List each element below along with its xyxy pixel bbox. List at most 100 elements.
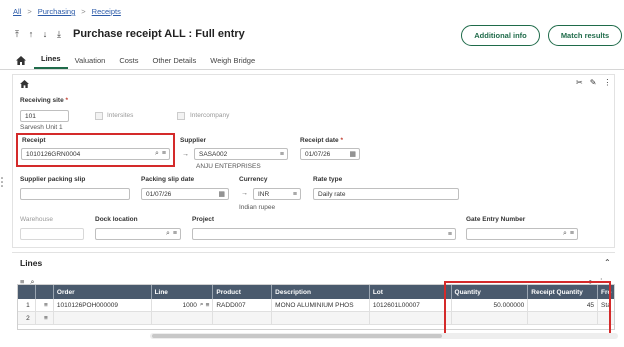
breadcrumb-purchasing[interactable]: Purchasing — [38, 7, 76, 16]
cell-product[interactable] — [213, 312, 273, 324]
receipt-date-field[interactable]: 01/07/26 ▦ — [300, 148, 360, 160]
rate-type-field[interactable]: Daily rate — [313, 188, 459, 200]
intersites-checkbox[interactable] — [95, 112, 103, 120]
dock-location-field[interactable]: ⌕ ≡ — [95, 228, 181, 240]
rate-type-label: Rate type — [313, 176, 343, 183]
row-menu-icon[interactable]: ≡ — [36, 299, 54, 311]
receiving-site-name: Sarvesh Unit 1 — [20, 124, 63, 131]
arrow-right-icon[interactable]: → — [241, 190, 248, 197]
cell-description[interactable]: MONO ALUMINIUM PHOS — [272, 299, 370, 311]
last-record-icon[interactable]: ⤓ — [55, 29, 63, 40]
currency-name: Indian rupee — [239, 204, 276, 211]
tab-other-details[interactable]: Other Details — [145, 56, 203, 69]
scrollbar-thumb[interactable] — [152, 334, 442, 338]
tab-weigh-bridge[interactable]: Weigh Bridge — [203, 56, 262, 69]
receipt-label: Receipt — [22, 137, 46, 144]
row-number: 1 — [18, 299, 36, 311]
tab-costs[interactable]: Costs — [112, 56, 145, 69]
title-row: ⤒ ↑ ↓ ⤓ Purchase receipt ALL : Full entr… — [13, 28, 245, 40]
cell-lot[interactable]: 1012601L00007 — [370, 299, 452, 311]
col-description[interactable]: Description — [272, 285, 370, 299]
breadcrumb-separator: > — [81, 7, 86, 16]
list-icon[interactable]: ≡ — [173, 230, 177, 238]
receipt-field[interactable]: 1010126GRN0004 ⌕ ≡ — [21, 148, 170, 160]
cell-product[interactable]: RADD007 — [213, 299, 273, 311]
warehouse-label: Warehouse — [20, 216, 53, 223]
warehouse-field — [20, 228, 84, 240]
receiving-site-field[interactable]: 101 — [20, 110, 69, 122]
tab-bar: Lines Valuation Costs Other Details Weig… — [0, 52, 624, 70]
panel-home-icon — [20, 80, 29, 88]
dock-location-label: Dock location — [95, 216, 138, 223]
col-lot[interactable]: Lot — [370, 285, 452, 299]
intersites-label: Intersites — [107, 112, 134, 119]
cell-order[interactable] — [54, 312, 152, 324]
receiving-site-label: Receiving site * — [20, 97, 69, 104]
cell-order[interactable]: 1010126POH000009 — [54, 299, 152, 311]
next-record-icon[interactable]: ↓ — [41, 29, 49, 39]
project-field[interactable]: ≡ — [192, 228, 456, 240]
supplier-slip-field[interactable] — [20, 188, 130, 200]
intercompany-label: Intercompany — [190, 112, 230, 119]
breadcrumb-separator: > — [27, 7, 32, 16]
currency-field[interactable]: INR ≡ — [253, 188, 301, 200]
list-icon[interactable]: ≡ — [293, 191, 297, 198]
match-results-button[interactable]: Match results — [548, 25, 622, 46]
cell-lot[interactable] — [370, 312, 452, 324]
gate-entry-field[interactable]: ⌕ ≡ — [466, 228, 578, 240]
quantity-highlight — [444, 281, 611, 338]
supplier-slip-label: Supplier packing slip — [20, 176, 86, 183]
first-record-icon[interactable]: ⤒ — [13, 29, 21, 40]
cell-line[interactable] — [152, 312, 214, 324]
list-icon[interactable]: ≡ — [206, 302, 210, 309]
tools-icon[interactable]: ✂ — [576, 78, 583, 87]
cell-description[interactable] — [272, 312, 370, 324]
search-icon[interactable]: ⌕ — [166, 230, 170, 238]
list-icon[interactable]: ≡ — [162, 150, 166, 158]
section-divider — [12, 252, 615, 253]
search-icon[interactable]: ⌕ — [155, 150, 159, 158]
previous-record-icon[interactable]: ↑ — [27, 29, 35, 39]
row-number: 2 — [18, 312, 36, 324]
list-icon[interactable]: ≡ — [448, 231, 452, 238]
edit-icon[interactable]: ✎ — [590, 78, 597, 87]
grid-header-actions — [36, 285, 54, 299]
search-icon[interactable]: ⌕ — [200, 301, 204, 309]
arrow-right-icon[interactable]: → — [182, 151, 189, 158]
breadcrumb: All > Purchasing > Receipts — [13, 7, 121, 16]
additional-info-button[interactable]: Additional info — [461, 25, 540, 46]
row-menu-icon[interactable]: ≡ — [36, 312, 54, 324]
list-icon[interactable]: ≡ — [570, 230, 574, 238]
calendar-icon[interactable]: ▦ — [349, 150, 356, 158]
intercompany-checkbox[interactable] — [177, 112, 185, 120]
collapse-handle[interactable] — [0, 176, 4, 188]
calendar-icon[interactable]: ▦ — [218, 190, 225, 198]
more-icon[interactable]: ⋮ — [603, 78, 611, 87]
cell-line[interactable]: 1000 ⌕ ≡ — [152, 299, 214, 311]
collapse-icon[interactable]: ⌃ — [604, 258, 611, 267]
breadcrumb-receipts[interactable]: Receipts — [92, 7, 121, 16]
panel-tools: ✂ ✎ ⋮ — [576, 78, 611, 87]
currency-label: Currency — [239, 176, 268, 183]
lines-section-title: Lines — [20, 258, 43, 268]
tab-valuation[interactable]: Valuation — [68, 56, 113, 69]
horizontal-scrollbar[interactable] — [150, 333, 618, 339]
receipt-date-label: Receipt date * — [300, 137, 343, 144]
page-title: Purchase receipt ALL : Full entry — [73, 28, 245, 40]
col-order[interactable]: Order — [54, 285, 152, 299]
project-label: Project — [192, 216, 215, 223]
slip-date-field[interactable]: 01/07/26 ▦ — [141, 188, 229, 200]
gate-entry-label: Gate Entry Number — [466, 216, 526, 223]
slip-date-label: Packing slip date — [141, 176, 195, 183]
supplier-name: ANJU ENTERPRISES — [196, 163, 261, 170]
col-product[interactable]: Product — [213, 285, 273, 299]
list-icon[interactable]: ≡ — [280, 151, 284, 158]
breadcrumb-all[interactable]: All — [13, 7, 21, 16]
home-icon[interactable] — [16, 56, 26, 65]
col-line[interactable]: Line — [152, 285, 214, 299]
supplier-field[interactable]: SASA002 ≡ — [194, 148, 288, 160]
tab-lines[interactable]: Lines — [34, 54, 68, 69]
grid-header-num — [18, 285, 36, 299]
supplier-label: Supplier — [180, 137, 207, 144]
search-icon[interactable]: ⌕ — [563, 230, 567, 238]
